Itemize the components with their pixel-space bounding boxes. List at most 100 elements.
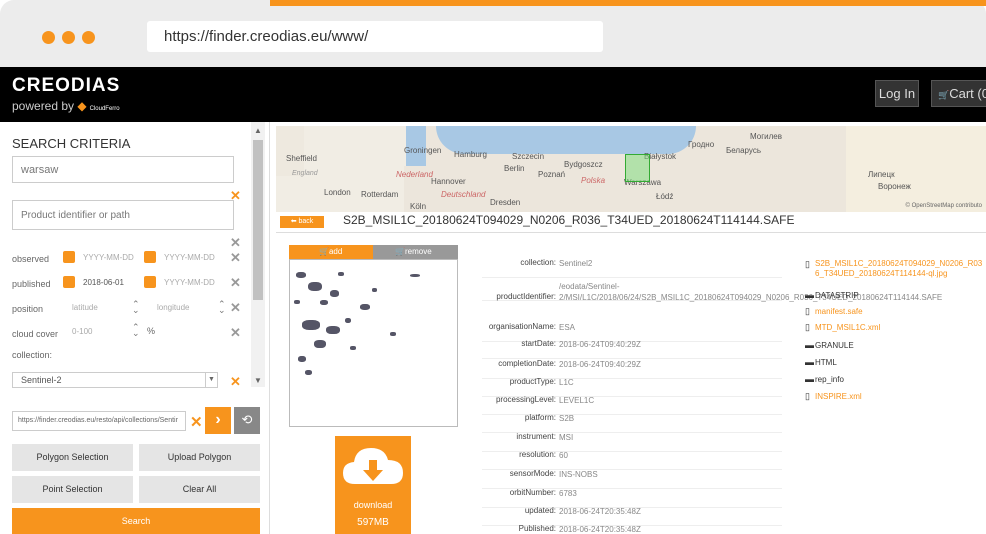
clear-api-icon[interactable]: ✕ xyxy=(190,413,203,431)
app-header: CREODIAS powered by ◆ CloudFerro Log In 🛒… xyxy=(0,67,986,122)
observed-from-input[interactable]: YYYY-MM-DD xyxy=(83,253,134,262)
observed-to-input[interactable]: YYYY-MM-DD xyxy=(164,253,215,262)
location-input[interactable]: warsaw xyxy=(12,156,234,183)
metadata-value: LEVEL1C xyxy=(559,396,595,405)
api-go-button[interactable]: › xyxy=(205,407,231,434)
file-item[interactable]: ▯ manifest.safe xyxy=(805,306,863,317)
chevron-down-icon[interactable]: ▼ xyxy=(205,373,217,387)
metadata-value: 6783 xyxy=(559,489,577,498)
percent-label: % xyxy=(147,326,156,336)
file-name: DATASTRIP xyxy=(815,291,859,300)
cloud-speck xyxy=(360,304,370,310)
polygon-selection-button[interactable]: Polygon Selection xyxy=(12,444,133,471)
product-title: S2B_MSIL1C_20180624T094029_N0206_R036_T3… xyxy=(343,213,795,227)
collection-select[interactable]: Sentinel-2 ▼ xyxy=(12,372,218,388)
point-selection-button[interactable]: Point Selection xyxy=(12,476,133,503)
login-button[interactable]: Log In xyxy=(875,80,919,107)
cart-icon: 🛒 xyxy=(319,247,329,256)
address-bar[interactable]: https://finder.creodias.eu/www/ xyxy=(147,21,603,52)
published-from-input[interactable]: 2018-06-01 xyxy=(83,278,124,287)
metadata-key: resolution: xyxy=(519,450,556,459)
calendar-icon[interactable] xyxy=(144,251,156,263)
clear-product-icon[interactable]: ✕ xyxy=(230,235,241,251)
clear-published-icon[interactable]: ✕ xyxy=(230,275,241,291)
cloud-speck xyxy=(320,300,328,305)
latitude-input[interactable]: latitude xyxy=(72,303,98,312)
clear-all-button[interactable]: Clear All xyxy=(139,476,260,503)
longitude-stepper-icon[interactable]: ⌃ ⌄ xyxy=(218,300,226,315)
metadata-key: orbitNumber: xyxy=(509,488,556,497)
search-button[interactable]: Search xyxy=(12,508,260,534)
cart-button[interactable]: 🛒Cart (0 xyxy=(931,80,986,107)
cloud-speck xyxy=(326,326,340,334)
map-label: Dresden xyxy=(490,198,521,207)
creodias-logo[interactable]: CREODIAS xyxy=(12,75,120,97)
remove-from-cart-button[interactable]: 🛒remove xyxy=(373,245,458,259)
file-item[interactable]: ▯ S2B_MSIL1C_20180624T094029_N0206_R036_T… xyxy=(805,259,985,279)
folder-item[interactable]: ▬DATASTRIP xyxy=(805,290,859,300)
longitude-input[interactable]: longitude xyxy=(157,303,189,312)
file-icon: ▯ xyxy=(805,322,810,332)
cloud-cover-input[interactable]: 0-100 xyxy=(72,327,92,336)
cloudferro-icon: ◆ xyxy=(77,99,87,113)
add-to-cart-button[interactable]: 🛒add xyxy=(289,245,373,259)
metadata-value: 2018-06-24T09:40:29Z xyxy=(559,340,641,349)
file-name: INSPIRE.xml xyxy=(815,392,862,401)
metadata-value: L1C xyxy=(559,378,574,387)
map-label: Hannover xyxy=(431,177,466,186)
file-name: HTML xyxy=(815,358,837,367)
folder-icon: ▬ xyxy=(805,290,814,300)
clear-position-icon[interactable]: ✕ xyxy=(230,300,241,316)
back-button[interactable]: ⬅ back xyxy=(280,216,324,228)
download-label: download xyxy=(353,500,393,510)
metadata-value: MSI xyxy=(559,433,574,442)
area-of-interest[interactable] xyxy=(625,154,650,182)
calendar-icon[interactable] xyxy=(63,251,75,263)
published-to-input[interactable]: YYYY-MM-DD xyxy=(164,278,215,287)
api-url-input[interactable]: https://finder.creodias.eu/resto/api/col… xyxy=(12,411,186,431)
file-item[interactable]: ▯ MTD_MSIL1C.xml xyxy=(805,322,880,333)
metadata-key: processingLevel: xyxy=(495,395,556,404)
clear-collection-icon[interactable]: ✕ xyxy=(230,374,241,390)
metadata-key: Published: xyxy=(518,524,556,533)
calendar-icon[interactable] xyxy=(144,276,156,288)
download-button[interactable]: download 597MB xyxy=(335,436,411,534)
product-identifier-input[interactable]: Product identifier or path xyxy=(12,200,234,230)
folder-icon: ▬ xyxy=(805,340,814,350)
metadata-key: collection: xyxy=(520,258,556,267)
clear-cloud-icon[interactable]: ✕ xyxy=(230,325,241,341)
metadata-row: sensorMode: INS-NOBS xyxy=(482,469,782,489)
cloud-download-icon xyxy=(343,448,403,484)
file-item[interactable]: ▯ INSPIRE.xml xyxy=(805,391,862,402)
map-label: London xyxy=(324,188,351,197)
clear-observed-icon[interactable]: ✕ xyxy=(230,250,241,266)
metadata-row: resolution: 60 xyxy=(482,450,782,470)
scroll-down-icon[interactable]: ▼ xyxy=(254,376,262,385)
cloud-speck xyxy=(410,274,420,277)
metadata-row: updated: 2018-06-24T20:35:48Z xyxy=(482,506,782,526)
scroll-up-icon[interactable]: ▲ xyxy=(254,126,262,135)
scroll-thumb[interactable] xyxy=(253,140,263,300)
minimize-dot[interactable] xyxy=(62,31,75,44)
map-label: Воронеж xyxy=(878,182,911,191)
cloud-stepper-icon[interactable]: ⌃ ⌄ xyxy=(132,323,140,338)
api-reset-button[interactable]: ⟲ xyxy=(234,407,260,434)
powered-brand: CloudFerro xyxy=(89,106,120,112)
maximize-dot[interactable] xyxy=(82,31,95,44)
map-label: Poznań xyxy=(538,170,566,179)
arrow-left-icon: ⬅ xyxy=(290,218,297,225)
folder-item[interactable]: ▬rep_info xyxy=(805,374,844,384)
map-label: Hamburg xyxy=(454,150,487,159)
upload-polygon-button[interactable]: Upload Polygon xyxy=(139,444,260,471)
map-label: Беларусь xyxy=(726,146,761,155)
map-view[interactable]: Groningen Hamburg Szczecin Bydgoszcz Гродно Б… xyxy=(276,126,986,212)
folder-item[interactable]: ▬HTML xyxy=(805,357,837,367)
folder-icon: ▬ xyxy=(805,357,814,367)
cloud-speck xyxy=(338,272,344,276)
latitude-stepper-icon[interactable]: ⌃ ⌄ xyxy=(132,300,140,315)
close-dot[interactable] xyxy=(42,31,55,44)
folder-item[interactable]: ▬GRANULE xyxy=(805,340,854,350)
panel-scrollbar[interactable]: ▲ ▼ xyxy=(251,122,265,387)
calendar-icon[interactable] xyxy=(63,276,75,288)
reset-icon: ⟲ xyxy=(241,412,253,427)
